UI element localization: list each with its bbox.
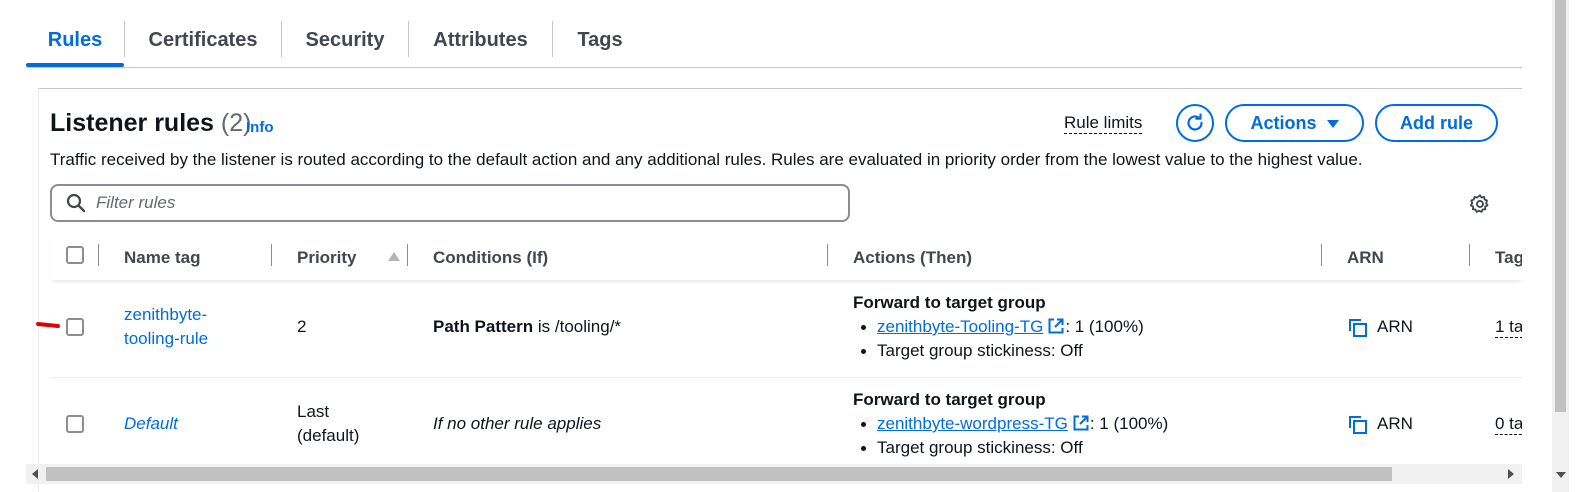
condition-text: Path Pattern is /tooling/* <box>433 315 621 339</box>
tab-rules-label: Rules <box>47 29 103 51</box>
priority-line: Last <box>297 402 330 421</box>
rule-name-link[interactable]: zenithbyte- tooling-rule <box>124 303 208 351</box>
vertical-scroll-thumb[interactable] <box>1555 0 1566 412</box>
target-weight: : 1 (100%) <box>1065 317 1144 336</box>
tab-bar: Rules Certificates Security Attributes T… <box>26 14 1522 68</box>
description-text: Traffic received by the listener is rout… <box>50 150 1363 169</box>
column-divider <box>271 244 272 266</box>
target-weight: : 1 (100%) <box>1089 414 1169 433</box>
horizontal-scrollbar[interactable] <box>26 464 1522 484</box>
add-rule-label: Add rule <box>1399 112 1473 133</box>
target-group-link[interactable]: zenithbyte-wordpress-TG <box>877 414 1090 433</box>
column-divider <box>1469 244 1470 266</box>
refresh-icon <box>1187 113 1203 131</box>
external-link-icon <box>1048 318 1064 334</box>
condition-text: If no other rule applies <box>433 414 602 433</box>
target-group-item: zenithbyte-wordpress-TG : 1 (100%) <box>853 412 1168 436</box>
column-divider <box>407 244 408 266</box>
actions-label: Actions <box>1250 112 1317 133</box>
vertical-scrollbar[interactable] <box>1552 0 1569 492</box>
copy-icon[interactable] <box>1348 318 1368 338</box>
priority-value: Last (default) <box>297 400 359 448</box>
stickiness-item: Target group stickiness: Off <box>853 436 1168 460</box>
rule-name-link[interactable]: Default <box>124 412 178 436</box>
column-divider <box>827 244 828 266</box>
target-group-name: zenithbyte-wordpress-TG <box>877 414 1068 433</box>
table-row: Default Last (default) If no other rule … <box>50 378 1522 475</box>
column-header-name-tag[interactable]: Name tag <box>124 248 201 268</box>
caret-down-icon <box>1326 120 1339 128</box>
tab-attributes-label: Attributes <box>433 29 528 51</box>
column-header-conditions[interactable]: Conditions (If) <box>433 248 548 268</box>
tab-tags-label: Tags <box>577 29 623 51</box>
refresh-button[interactable] <box>1176 104 1214 142</box>
row-select-checkbox[interactable] <box>66 415 84 433</box>
column-divider <box>1321 244 1322 266</box>
tab-security-label: Security <box>305 29 385 51</box>
row-select-checkbox[interactable] <box>66 318 84 336</box>
table-header: Name tag Priority Conditions (If) Action… <box>50 236 1522 280</box>
column-header-priority[interactable]: Priority <box>297 248 357 268</box>
rule-name-line: tooling-rule <box>124 329 209 348</box>
action-details: zenithbyte-wordpress-TG : 1 (100%) Target… <box>853 412 1168 460</box>
target-group-item: zenithbyte-Tooling-TG : 1 (100%) <box>853 315 1144 339</box>
scroll-right-arrow-icon[interactable] <box>1508 469 1514 479</box>
tags-count-link[interactable]: 0 tags <box>1495 414 1522 435</box>
action-title: Forward to target group <box>853 390 1046 409</box>
sort-ascending-icon[interactable] <box>388 252 400 261</box>
column-header-actions[interactable]: Actions (Then) <box>853 248 972 268</box>
tags-count-link[interactable]: 1 tag <box>1495 317 1522 338</box>
target-group-name: zenithbyte-Tooling-TG <box>877 317 1044 336</box>
add-rule-button[interactable]: Add rule <box>1375 104 1498 142</box>
action-details: zenithbyte-Tooling-TG : 1 (100%) Target g… <box>853 315 1144 363</box>
gear-icon[interactable] <box>1469 193 1491 215</box>
column-header-tags[interactable]: Tag <box>1495 248 1522 268</box>
tab-certificates-label: Certificates <box>148 29 258 51</box>
horizontal-scroll-thumb[interactable] <box>46 467 1392 481</box>
condition-value: /tooling/* <box>554 317 622 336</box>
search-input[interactable] <box>96 193 796 213</box>
external-link-icon <box>1073 415 1089 431</box>
search-icon <box>66 193 86 213</box>
arn-label: ARN <box>1377 317 1413 336</box>
action-cell: Forward to target group zenithbyte-wordp… <box>853 388 1168 460</box>
condition-operator: is <box>533 317 555 336</box>
tab-rules[interactable]: Rules <box>26 14 124 67</box>
tab-security[interactable]: Security <box>282 14 408 67</box>
rule-name-line: zenithbyte- <box>124 305 208 324</box>
target-group-link[interactable]: zenithbyte-Tooling-TG <box>877 317 1065 336</box>
tab-tags[interactable]: Tags <box>553 14 647 67</box>
tab-attributes[interactable]: Attributes <box>409 14 552 67</box>
scroll-left-arrow-icon[interactable] <box>32 469 38 479</box>
priority-line: (default) <box>297 426 360 445</box>
column-header-arn[interactable]: ARN <box>1347 248 1384 268</box>
rule-limits-link[interactable]: Rule limits <box>1064 113 1143 134</box>
search-field[interactable] <box>50 184 850 222</box>
action-title: Forward to target group <box>853 293 1046 312</box>
stickiness-item: Target group stickiness: Off <box>853 339 1144 363</box>
select-all-checkbox[interactable] <box>66 246 84 264</box>
active-tab-indicator <box>26 63 124 67</box>
priority-value: 2 <box>297 317 307 336</box>
arn-label: ARN <box>1377 414 1413 433</box>
scroll-down-arrow-icon[interactable] <box>1556 472 1566 478</box>
copy-icon[interactable] <box>1348 415 1368 435</box>
condition-key: Path Pattern <box>433 317 534 336</box>
info-link[interactable]: Info <box>246 119 274 136</box>
table-row: zenithbyte- tooling-rule 2 Path Pattern … <box>50 281 1522 378</box>
title-text: Listener rules <box>50 109 214 137</box>
listener-rules-container: Listener rules (2) Info Rule limits Acti… <box>38 88 1522 492</box>
action-cell: Forward to target group zenithbyte-Tooli… <box>853 291 1144 363</box>
page-title: Listener rules (2) <box>50 109 251 138</box>
actions-button[interactable]: Actions <box>1225 104 1364 142</box>
tab-certificates[interactable]: Certificates <box>125 14 281 67</box>
column-divider <box>98 244 99 266</box>
